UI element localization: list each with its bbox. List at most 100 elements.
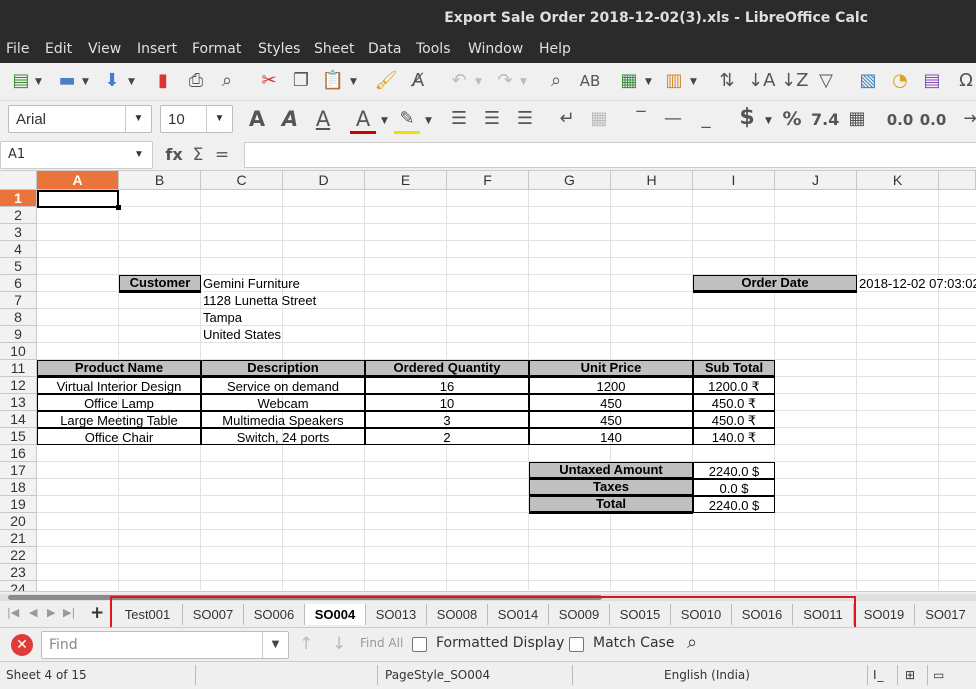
currency-format-icon[interactable]: $ bbox=[734, 106, 760, 130]
column-header-g[interactable]: G bbox=[529, 171, 611, 190]
find-replace-icon[interactable]: ⌕ bbox=[687, 632, 697, 653]
row-header-21[interactable]: 21 bbox=[0, 530, 37, 547]
row-header-17[interactable]: 17 bbox=[0, 462, 37, 479]
column-header-k[interactable]: K bbox=[857, 171, 939, 190]
sheet-tab-so004[interactable]: SO004 bbox=[305, 604, 366, 625]
align-top-icon[interactable]: ‾ bbox=[628, 107, 654, 131]
clear-formatting-icon[interactable]: A̸ bbox=[405, 69, 431, 93]
menu-styles[interactable]: Styles bbox=[258, 41, 300, 57]
print-preview-icon[interactable]: ⌕ bbox=[214, 69, 240, 93]
match-case-checkbox[interactable] bbox=[569, 637, 584, 652]
add-sheet-icon[interactable]: + bbox=[90, 603, 104, 623]
sheet-tab-test001[interactable]: Test001 bbox=[113, 604, 183, 625]
column-header-e[interactable]: E bbox=[365, 171, 447, 190]
menu-file[interactable]: File bbox=[6, 41, 29, 57]
row-header-24[interactable]: 24 bbox=[0, 581, 37, 591]
row-header-11[interactable]: 11 bbox=[0, 360, 37, 377]
column-header-c[interactable]: C bbox=[201, 171, 283, 190]
sheet-tab-so010[interactable]: SO010 bbox=[671, 604, 732, 625]
document-modified-icon[interactable]: ▭ bbox=[933, 668, 944, 682]
menu-format[interactable]: Format bbox=[192, 41, 241, 57]
wrap-text-icon[interactable]: ↵ bbox=[554, 107, 580, 131]
bold-icon[interactable]: A bbox=[244, 107, 270, 131]
sheet-tab-so013[interactable]: SO013 bbox=[366, 604, 427, 625]
currency-dropdown-icon[interactable]: ▼ bbox=[765, 116, 772, 126]
row-header-5[interactable]: 5 bbox=[0, 258, 37, 275]
align-right-icon[interactable]: ☰ bbox=[512, 107, 538, 131]
row-header-15[interactable]: 15 bbox=[0, 428, 37, 445]
autofilter-icon[interactable]: ▽ bbox=[813, 69, 839, 93]
sort-ascending-icon[interactable]: ↓A bbox=[748, 69, 775, 93]
row-header-14[interactable]: 14 bbox=[0, 411, 37, 428]
row-header-13[interactable]: 13 bbox=[0, 394, 37, 411]
merge-cells-icon[interactable]: ▦ bbox=[586, 107, 612, 131]
highlight-color-icon[interactable]: ✎ bbox=[394, 107, 420, 134]
font-color-dropdown-icon[interactable]: ▼ bbox=[381, 116, 388, 126]
menu-tools[interactable]: Tools bbox=[416, 41, 451, 57]
align-center-icon[interactable]: ☰ bbox=[479, 107, 505, 131]
indent-icon[interactable]: ⇥ bbox=[958, 107, 976, 131]
redo-dropdown-icon[interactable]: ▼ bbox=[520, 77, 527, 87]
row-icon[interactable]: ▦ bbox=[616, 69, 642, 93]
find-previous-icon[interactable]: ↑ bbox=[299, 634, 313, 654]
active-cell-a1[interactable] bbox=[37, 190, 119, 208]
open-dropdown-icon[interactable]: ▼ bbox=[82, 77, 89, 87]
sheet-tab-so009[interactable]: SO009 bbox=[549, 604, 610, 625]
sheet-tab-so015[interactable]: SO015 bbox=[610, 604, 671, 625]
formula-input[interactable] bbox=[244, 142, 976, 168]
percent-format-icon[interactable]: % bbox=[779, 107, 805, 131]
row-header-18[interactable]: 18 bbox=[0, 479, 37, 496]
undo-icon[interactable]: ↶ bbox=[446, 69, 472, 93]
column-dropdown-icon[interactable]: ▼ bbox=[690, 77, 697, 87]
first-sheet-icon[interactable]: |◀ bbox=[7, 606, 19, 619]
cut-icon[interactable]: ✂ bbox=[256, 69, 282, 93]
save-icon[interactable]: ⬇ bbox=[99, 69, 125, 93]
row-header-8[interactable]: 8 bbox=[0, 309, 37, 326]
column-icon[interactable]: ▥ bbox=[661, 69, 687, 93]
insert-mode-icon[interactable]: I_ bbox=[873, 668, 885, 682]
date-format-icon[interactable]: ▦ bbox=[844, 107, 870, 131]
menu-window[interactable]: Window bbox=[468, 41, 523, 57]
row-header-1[interactable]: 1 bbox=[0, 190, 37, 207]
scrollbar-thumb[interactable] bbox=[8, 595, 602, 600]
find-all-button[interactable]: Find All bbox=[360, 636, 403, 650]
chevron-down-icon[interactable]: ▼ bbox=[206, 106, 232, 132]
font-name-combo[interactable]: Arial ▼ bbox=[8, 105, 152, 133]
row-header-12[interactable]: 12 bbox=[0, 377, 37, 394]
number-format-icon[interactable]: 7.4 bbox=[811, 108, 839, 132]
row-header-7[interactable]: 7 bbox=[0, 292, 37, 309]
font-size-combo[interactable]: 10 ▼ bbox=[160, 105, 233, 133]
row-header-22[interactable]: 22 bbox=[0, 547, 37, 564]
highlight-dropdown-icon[interactable]: ▼ bbox=[425, 116, 432, 126]
spelling-icon[interactable]: AB bbox=[577, 69, 603, 93]
last-sheet-icon[interactable]: ▶| bbox=[63, 606, 75, 619]
row-header-16[interactable]: 16 bbox=[0, 445, 37, 462]
menu-data[interactable]: Data bbox=[368, 41, 401, 57]
column-header-j[interactable]: J bbox=[775, 171, 857, 190]
previous-sheet-icon[interactable]: ◀ bbox=[29, 606, 37, 619]
copy-icon[interactable]: ❐ bbox=[288, 69, 314, 93]
column-header-l[interactable] bbox=[939, 171, 976, 190]
font-color-icon[interactable]: A bbox=[350, 107, 376, 134]
sort-descending-icon[interactable]: ↓Z bbox=[781, 69, 808, 93]
align-bottom-icon[interactable]: _ bbox=[693, 107, 719, 131]
fill-handle[interactable] bbox=[116, 205, 121, 210]
sheet-tab-so017[interactable]: SO017 bbox=[915, 604, 976, 625]
menu-help[interactable]: Help bbox=[539, 41, 571, 57]
paste-dropdown-icon[interactable]: ▼ bbox=[350, 77, 357, 87]
pivot-table-icon[interactable]: ▤ bbox=[919, 69, 945, 93]
column-header-f[interactable]: F bbox=[447, 171, 529, 190]
align-middle-icon[interactable]: — bbox=[660, 107, 686, 131]
formatted-display-checkbox[interactable] bbox=[412, 637, 427, 652]
chevron-down-icon[interactable]: ▼ bbox=[125, 106, 151, 132]
underline-icon[interactable]: A bbox=[310, 107, 336, 131]
menu-sheet[interactable]: Sheet bbox=[314, 41, 354, 57]
menu-edit[interactable]: Edit bbox=[45, 41, 72, 57]
column-header-d[interactable]: D bbox=[283, 171, 365, 190]
sheet-tab-so008[interactable]: SO008 bbox=[427, 604, 488, 625]
sheet-tab-so014[interactable]: SO014 bbox=[488, 604, 549, 625]
row-header-6[interactable]: 6 bbox=[0, 275, 37, 292]
open-folder-icon[interactable]: ▬ bbox=[54, 69, 80, 93]
italic-icon[interactable]: A bbox=[277, 107, 303, 131]
spreadsheet-grid[interactable]: A B C D E F G H I J K 1 2 3 4 5 6 7 8 9 … bbox=[0, 171, 976, 591]
